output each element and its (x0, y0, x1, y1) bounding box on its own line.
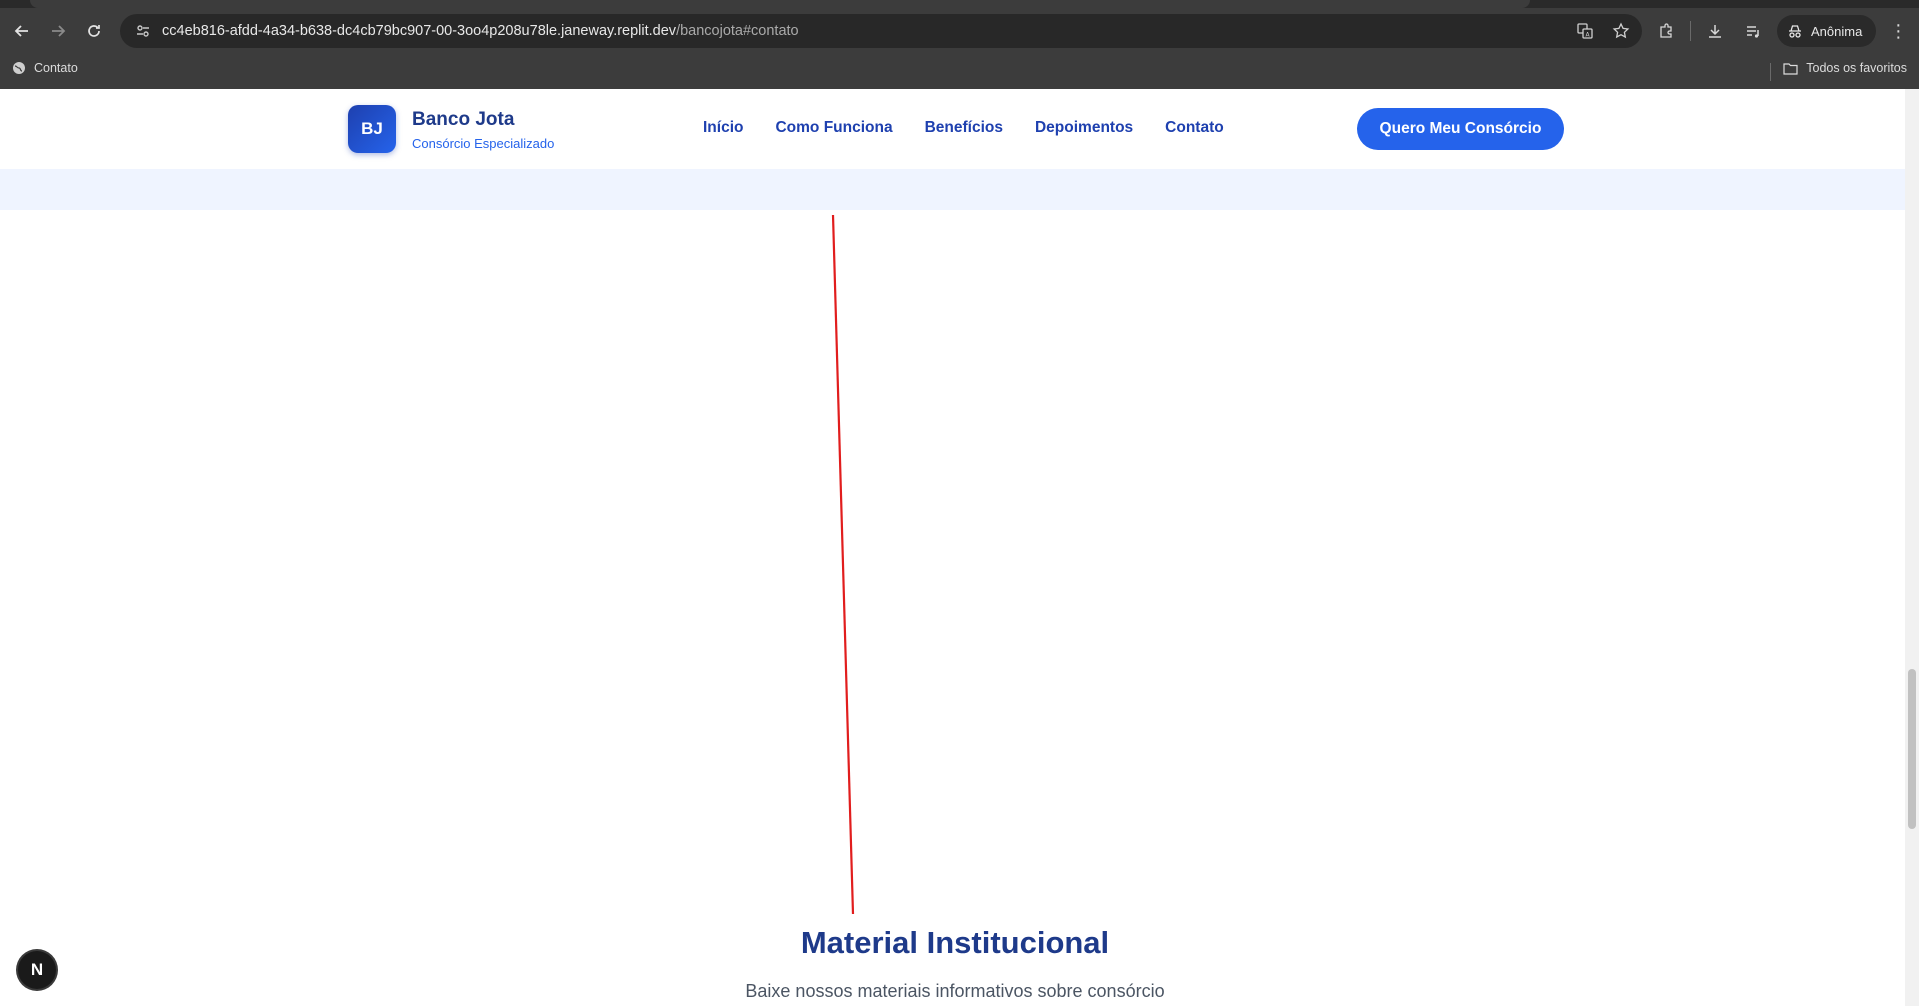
all-bookmarks-folder[interactable]: Todos os favoritos (1783, 61, 1907, 75)
all-bookmarks-label: Todos os favoritos (1806, 61, 1907, 75)
reload-button[interactable] (76, 13, 112, 49)
page-scrollbar[interactable] (1905, 89, 1919, 1006)
browser-chrome: cc4eb816-afdd-4a34-b638-dc4cb79bc907-00-… (0, 0, 1919, 89)
nav-link-inicio[interactable]: Início (703, 119, 743, 137)
bookmark-star-icon[interactable] (1610, 20, 1632, 42)
toolbar-right: Anônima ⋮ (1652, 14, 1910, 48)
folder-icon (1783, 62, 1798, 75)
globe-icon (13, 62, 25, 74)
url-host: cc4eb816-afdd-4a34-b638-dc4cb79bc907-00-… (162, 23, 677, 39)
arrow-left-icon (14, 25, 28, 37)
back-button[interactable] (4, 13, 40, 49)
incognito-icon (1789, 25, 1801, 38)
nav-link-como-funciona[interactable]: Como Funciona (775, 119, 892, 137)
forward-button[interactable] (40, 13, 76, 49)
nav-link-depoimentos[interactable]: Depoimentos (1035, 119, 1133, 137)
extensions-icon[interactable] (1652, 17, 1680, 45)
translate-icon[interactable]: A (1574, 20, 1596, 42)
scrollbar-thumb[interactable] (1908, 669, 1916, 829)
browser-menu-icon[interactable]: ⋮ (1886, 17, 1910, 45)
bookmarks-divider (1770, 63, 1771, 81)
incognito-label: Anônima (1811, 23, 1863, 39)
logo[interactable]: BJ (348, 105, 396, 153)
page-viewport: BJ Banco Jota Consórcio Especializado In… (0, 89, 1905, 1006)
arrow-right-icon (52, 25, 66, 37)
incognito-indicator[interactable]: Anônima (1777, 15, 1877, 47)
bookmark-label: Contato (34, 61, 78, 75)
bookmarks-bar: Contato Todos os favoritos (0, 54, 1919, 89)
reload-icon (88, 25, 100, 37)
section-title: Material Institucional (800, 925, 1110, 960)
nav-link-beneficios[interactable]: Benefícios (925, 119, 1003, 137)
section-band (0, 169, 1905, 210)
url-path: /bancojota#contato (676, 23, 799, 39)
toolbar-divider (1690, 21, 1691, 41)
site-header: BJ Banco Jota Consórcio Especializado In… (0, 89, 1905, 169)
download-icon[interactable] (1701, 17, 1729, 45)
address-bar-actions: A (1574, 14, 1632, 48)
badge-letter: N (30, 960, 44, 979)
site-settings-icon[interactable] (132, 20, 154, 42)
annotation-line-stroke (831, 214, 855, 915)
nav-link-contato[interactable]: Contato (1165, 119, 1224, 137)
brand-subtitle: Consórcio Especializado (412, 136, 555, 151)
media-controls-icon[interactable] (1739, 17, 1767, 45)
main-nav: Início Como Funciona Benefícios Depoimen… (703, 119, 1224, 137)
bookmark-contato[interactable]: Contato (12, 61, 78, 75)
section-subtitle: Baixe nossos materiais informativos sobr… (745, 981, 1165, 1001)
url-text: cc4eb816-afdd-4a34-b638-dc4cb79bc907-00-… (162, 23, 799, 39)
active-tab[interactable] (30, 0, 1530, 8)
cta-button[interactable]: Quero Meu Consórcio (1357, 108, 1564, 150)
nextjs-dev-badge[interactable]: N (18, 951, 56, 989)
address-bar[interactable]: cc4eb816-afdd-4a34-b638-dc4cb79bc907-00-… (120, 14, 1642, 48)
logo-initials: BJ (361, 119, 383, 138)
browser-toolbar: cc4eb816-afdd-4a34-b638-dc4cb79bc907-00-… (0, 8, 1919, 54)
annotation-line (831, 214, 855, 915)
brand-name[interactable]: Banco Jota (412, 109, 514, 131)
